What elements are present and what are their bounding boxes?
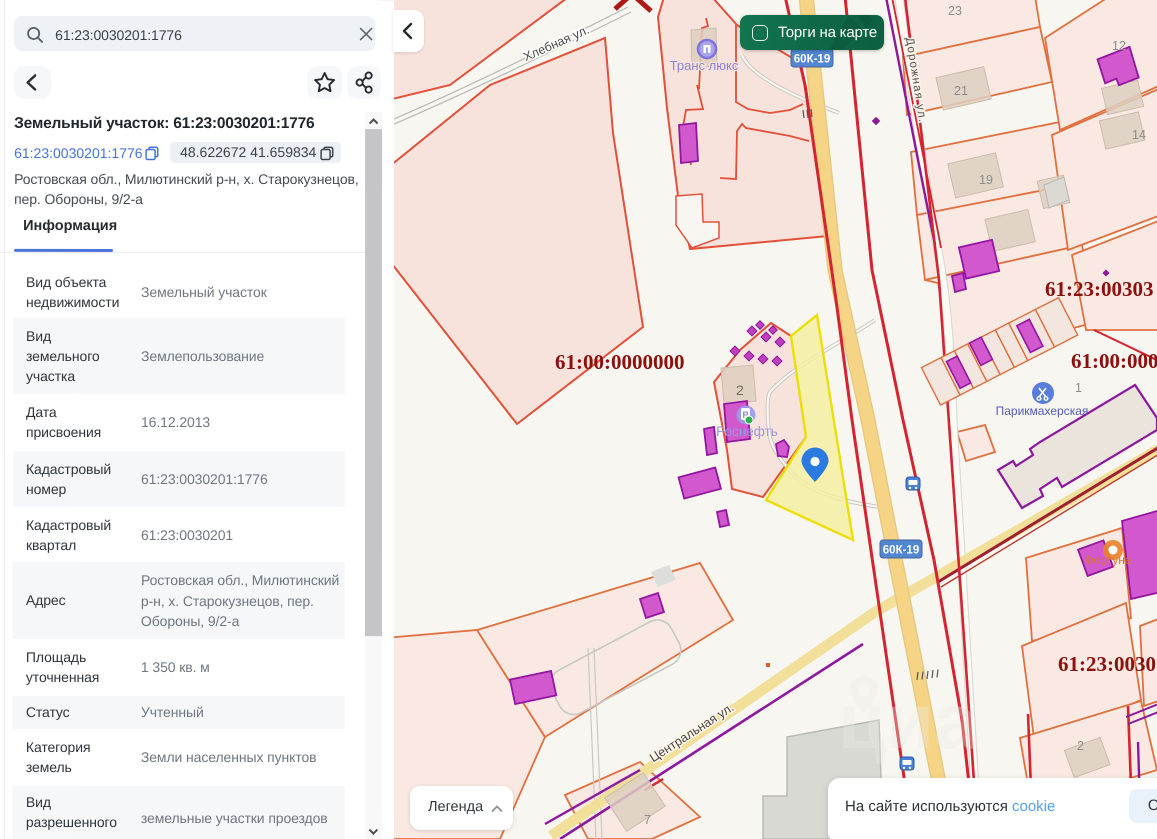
svg-text:Транс люкс: Транс люкс [670,58,739,73]
svg-text:7: 7 [644,813,651,827]
svg-text:12: 12 [1112,39,1126,53]
svg-text:60К-19: 60К-19 [883,545,919,557]
svg-text:60К-19: 60К-19 [794,54,830,66]
svg-text:Роснефть: Роснефть [716,424,778,439]
svg-text:1: 1 [1075,381,1082,395]
svg-text:19: 19 [979,173,993,187]
svg-text:2: 2 [1077,739,1084,753]
svg-text:Парикмахерская: Парикмахерская [996,404,1089,418]
svg-text:14: 14 [1132,128,1146,142]
svg-text:Фортуна: Фортуна [1084,553,1131,567]
svg-text:61:00:000: 61:00:000 [1071,349,1157,373]
svg-text:23: 23 [948,4,962,18]
svg-text:циа: циа [838,677,978,765]
svg-text:2: 2 [736,382,744,398]
svg-text:61:23:00303: 61:23:00303 [1045,277,1154,301]
svg-text:61:00:0000000: 61:00:0000000 [555,350,685,374]
svg-text:61:23:0030: 61:23:0030 [1058,652,1156,676]
svg-text:21: 21 [954,84,968,98]
